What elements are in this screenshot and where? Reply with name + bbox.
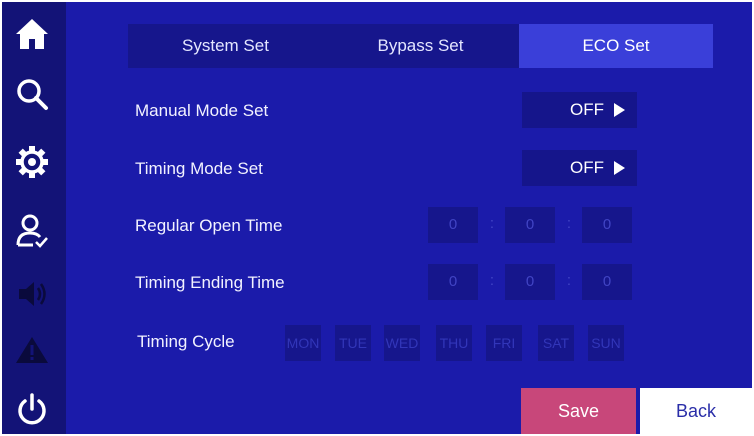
day-toggle-mon[interactable]: MON: [285, 325, 321, 361]
manual-mode-label: Manual Mode Set: [135, 101, 269, 120]
power-icon[interactable]: [12, 390, 52, 430]
day-toggle-sun[interactable]: SUN: [588, 325, 624, 361]
play-arrow-icon: [614, 161, 625, 175]
gear-icon[interactable]: [12, 142, 52, 182]
back-button[interactable]: Back: [640, 388, 752, 434]
day-toggle-wed[interactable]: WED: [384, 325, 420, 361]
manual-mode-value: OFF: [570, 100, 604, 119]
timing-mode-toggle[interactable]: OFF: [522, 150, 637, 186]
eco-settings-screen: System Set Bypass Set ECO Set Manual Mod…: [2, 2, 752, 434]
day-toggle-thu[interactable]: THU: [436, 325, 472, 361]
ending-time-minute-field[interactable]: 0: [505, 264, 555, 300]
ending-time-label: Timing Ending Time: [135, 273, 285, 292]
ending-time-second-field[interactable]: 0: [582, 264, 632, 300]
play-arrow-icon: [614, 103, 625, 117]
tab-system-set[interactable]: System Set: [128, 24, 323, 68]
tab-eco-set[interactable]: ECO Set: [519, 24, 713, 68]
user-icon[interactable]: [12, 212, 52, 252]
speaker-icon[interactable]: [12, 274, 52, 314]
home-icon[interactable]: [12, 14, 52, 54]
ending-time-hour-field[interactable]: 0: [428, 264, 478, 300]
tab-bar: System Set Bypass Set ECO Set: [128, 24, 713, 68]
day-toggle-fri[interactable]: FRI: [486, 325, 522, 361]
timing-cycle-label: Timing Cycle: [137, 332, 235, 351]
time-separator: :: [489, 272, 495, 289]
save-button[interactable]: Save: [521, 388, 636, 434]
search-icon[interactable]: [12, 74, 52, 114]
open-time-minute-field[interactable]: 0: [505, 207, 555, 243]
open-time-second-field[interactable]: 0: [582, 207, 632, 243]
day-toggle-tue[interactable]: TUE: [335, 325, 371, 361]
warning-icon[interactable]: [12, 330, 52, 370]
time-separator: :: [566, 215, 572, 232]
open-time-label: Regular Open Time: [135, 216, 283, 235]
timing-mode-label: Timing Mode Set: [135, 159, 263, 178]
day-toggle-sat[interactable]: SAT: [538, 325, 574, 361]
timing-mode-value: OFF: [570, 158, 604, 177]
manual-mode-toggle[interactable]: OFF: [522, 92, 637, 128]
open-time-hour-field[interactable]: 0: [428, 207, 478, 243]
time-separator: :: [566, 272, 572, 289]
time-separator: :: [489, 215, 495, 232]
sidebar: [2, 2, 66, 434]
tab-bypass-set[interactable]: Bypass Set: [323, 24, 518, 68]
